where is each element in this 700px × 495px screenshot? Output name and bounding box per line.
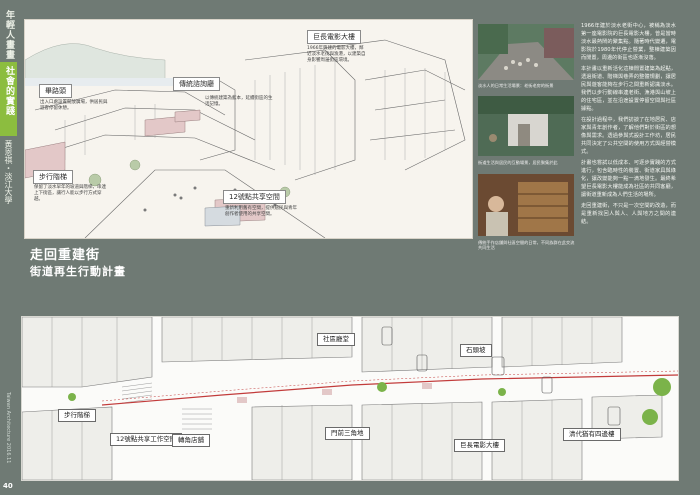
photo-interior-image — [478, 174, 574, 236]
perspective-sketch: 巨長電影大樓 1966年興建的電影大樓，鄰近淡水老街與漁港，以建築自身影響周邊街… — [24, 19, 473, 239]
photo-caption-1: 淡水人的日常生活場景：老街老房的街景 — [478, 83, 554, 88]
section-title: 社會的實踐 — [4, 66, 14, 116]
photo-caption-3: 傳統手作店舖與社區空間的日常，不同族群在此交流共同生活 — [478, 240, 575, 250]
street-plan: 社區廳堂 石頭坡 步行階梯 12號點共享工作空間 轉角店舖 門前三角地 巨長電影… — [21, 316, 679, 481]
photo-street-2 — [478, 96, 574, 156]
label-workspace: 12號點共享空間 — [223, 190, 286, 204]
page-number: 40 — [3, 482, 13, 490]
photo-street-1 — [478, 24, 574, 80]
plan-label-theater-front: 巨長電影大樓 — [454, 439, 505, 452]
author-label: 黃恩祺・淡江大學 — [4, 140, 13, 204]
paragraph: 在設計過程中，我們訪談了在地居民、店家與青年創作者，了解他們對於街區的想像與需求… — [581, 117, 676, 155]
label-plaza: 畢路頭 — [39, 84, 72, 98]
photo-street-2-image — [478, 96, 574, 156]
article-text: 1966年建於淡水老街中心，被稱為淡水第一座電影院的巨長電影大樓，曾是當時淡水最… — [581, 22, 676, 312]
paragraph: 本計畫以重新活化這棟閒置建築為起點，透過街道、階梯與巷弄的整體規劃，讓居民與遊客… — [581, 66, 676, 112]
label-hall: 傳統諮詢廳 — [173, 77, 220, 91]
photo-caption-2: 街道生活與居民的互動場景，居民聚集於此 — [478, 160, 558, 165]
plan-label-triangle: 門前三角地 — [325, 427, 370, 440]
label-stairs: 步行階梯 — [33, 170, 73, 184]
note-workspace: 重新利用舊有空間，提供居民與青年創作者使用的共享空間。 — [225, 206, 297, 217]
section-tab[interactable]: 社會的實踐 — [0, 62, 17, 136]
note-stairs: 保留了淡水早年的坡道與階梯，串連上下街區，讓行人能以步行方式穿越。 — [34, 185, 106, 202]
plan-label-shop: 轉角店舖 — [172, 434, 210, 447]
plan-label-community-hall: 社區廳堂 — [317, 333, 355, 346]
note-hall: 以傳統建築為藍本，延續街區的生活記憶。 — [205, 96, 273, 107]
note-plaza: 出入口處設置開放廣場，供居民與遊客停留休憩。 — [40, 100, 108, 111]
plan-label-stone-stairs: 石頭坡 — [460, 344, 492, 357]
photo-interior — [478, 174, 574, 236]
photo-street-1-image — [478, 24, 574, 80]
sidebar: 年輕人畫畫 社會的實踐 黃恩祺・淡江大學 Taiwan Architecture… — [0, 0, 17, 495]
paragraph: 1966年建於淡水老街中心，被稱為淡水第一座電影院的巨長電影大樓，曾是當時淡水最… — [581, 23, 676, 61]
plan-label-plaza: 清代猶有四邊樓 — [563, 428, 621, 441]
paragraph: 走回重建街，不只是一次空間的改造，而是重新找回人與人、人與地方之間的連結。 — [581, 203, 676, 225]
project-subtitle: 街道再生行動計畫 — [30, 265, 126, 278]
label-theater: 巨長電影大樓 — [307, 30, 361, 44]
project-title: 走回重建街 — [30, 248, 101, 263]
magazine-label: Taiwan Architecture 2016.11 — [5, 392, 11, 464]
note-theater: 1966年興建的電影大樓，鄰近淡水老街與漁港，以建築自身影響周邊街區環境。 — [307, 46, 366, 63]
paragraph: 計畫也嘗試以低成本、可逐步實踐的方式進行，包含臨時性的裝置、街道家具與綠化，讓改… — [581, 160, 676, 198]
plan-label-walk-stairs: 步行階梯 — [58, 409, 96, 422]
series-title: 年輕人畫畫 — [4, 10, 14, 60]
